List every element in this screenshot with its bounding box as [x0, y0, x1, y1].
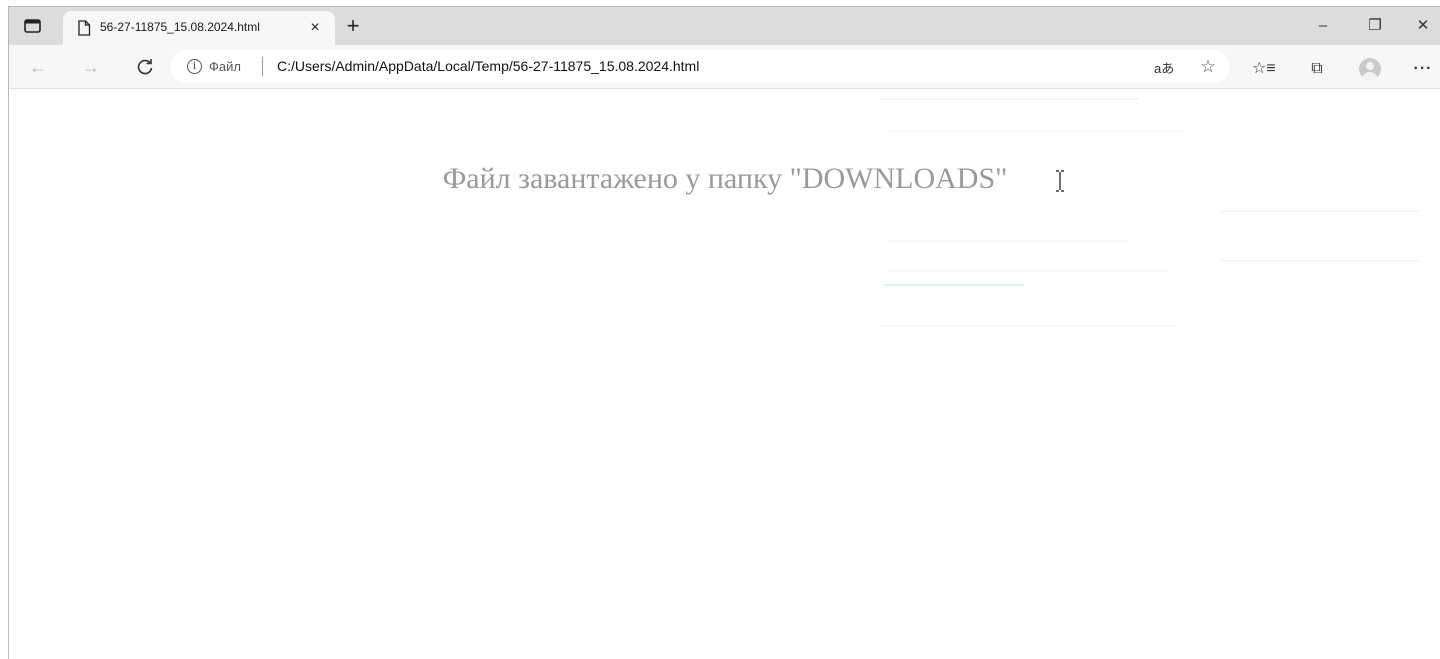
tab-close-icon[interactable]: × [304, 17, 326, 39]
ghost-artifact [889, 270, 1169, 272]
ghost-artifact [889, 240, 1129, 242]
ghost-artifact [1219, 210, 1419, 212]
close-window-button[interactable]: ✕ [1397, 7, 1440, 45]
forward-button[interactable]: → [79, 55, 103, 79]
favorites-icon[interactable]: ☆≡ [1252, 58, 1276, 80]
profile-avatar[interactable] [1359, 58, 1381, 80]
text-cursor-icon [1055, 170, 1065, 192]
collections-icon[interactable]: ⧉ [1306, 58, 1328, 80]
tab-strip: 56-27-11875_15.08.2024.html × + – ❐ ✕ [9, 7, 1440, 45]
more-options-icon[interactable]: ··· [1412, 58, 1434, 80]
address-bar[interactable]: i Файл C:/Users/Admin/AppData/Local/Temp… [171, 50, 1229, 83]
ghost-artifact [879, 98, 1139, 100]
page-content: Файл завантажено у папку "DOWNLOADS" [9, 90, 1440, 659]
restore-button[interactable]: ❐ [1349, 7, 1401, 45]
navigation-toolbar: ← → i Файл C:/Users/Admin/AppData/Local/… [9, 45, 1440, 89]
tab-active[interactable]: 56-27-11875_15.08.2024.html × [63, 11, 335, 45]
site-info-icon[interactable]: i [187, 59, 202, 74]
url-text[interactable]: C:/Users/Admin/AppData/Local/Temp/56-27-… [277, 58, 699, 74]
ghost-artifact [879, 325, 1179, 327]
ghost-artifact [884, 284, 1024, 286]
back-button[interactable]: ← [26, 55, 50, 79]
download-message: Файл завантажено у папку "DOWNLOADS" [442, 162, 1008, 195]
new-tab-button[interactable]: + [341, 15, 365, 39]
read-aloud-icon[interactable]: aあ [1154, 58, 1174, 77]
browser-window: 56-27-11875_15.08.2024.html × + – ❐ ✕ ← … [8, 6, 1440, 659]
tab-title: 56-27-11875_15.08.2024.html [100, 20, 260, 34]
tab-actions-icon[interactable] [23, 17, 43, 35]
add-favorite-icon[interactable]: ☆ [1197, 56, 1219, 78]
ghost-artifact [1219, 260, 1419, 262]
minimize-button[interactable]: – [1297, 7, 1349, 45]
reload-button[interactable] [133, 55, 157, 79]
address-separator [262, 57, 263, 76]
scheme-label: Файл [209, 59, 241, 74]
ghost-artifact [884, 130, 1184, 132]
page-icon [77, 20, 91, 36]
